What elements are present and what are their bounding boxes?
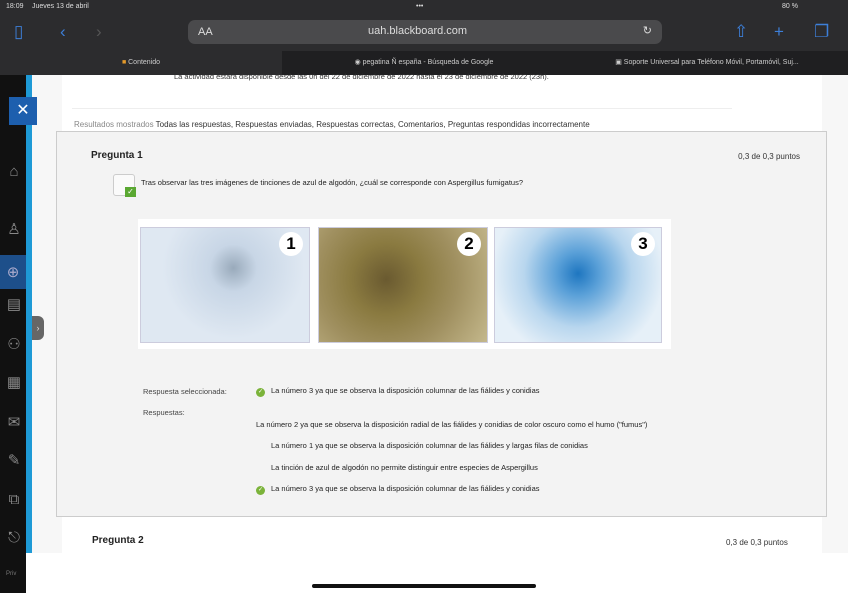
back-icon[interactable]: ‹ [60,22,66,42]
grades-icon[interactable]: ✎ [5,451,23,469]
tools-icon[interactable]: ⧉ [5,491,23,508]
question-text: Tras observar las tres imágenes de tinci… [141,178,524,187]
micrograph-2: 2 [318,227,488,343]
micrograph-1: 1 [140,227,310,343]
image-number: 1 [279,232,303,256]
share-icon[interactable]: ⇧ [734,22,748,42]
tab-label: pegatina Ñ españa - Búsqueda de Google [362,59,494,66]
question-title: Pregunta 1 [91,150,143,161]
profile-icon[interactable]: ♙ [5,220,23,238]
address-bar[interactable]: AA uah.blackboard.com ↻ [188,20,662,44]
answer-option: La número 1 ya que se observa la disposi… [271,441,588,450]
correct-icon: ✓ [113,174,136,197]
question-images: 1 2 3 [138,219,671,349]
image-number: 2 [457,232,481,256]
messages-icon[interactable]: ✉ [5,413,23,431]
tabs-icon[interactable]: ❐ [814,22,829,42]
institution-icon[interactable]: ⌂ [5,163,23,180]
results-label: Resultados mostrados [74,120,154,129]
results-value: Todas las respuestas, Respuestas enviada… [155,120,590,129]
availability-text: La actividad estará disponible desde las… [174,72,549,81]
question-2-score: 0,3 de 0,3 puntos [726,538,788,547]
date: Jueves 13 de abril [32,3,89,10]
reload-icon[interactable]: ↻ [643,24,652,37]
close-icon[interactable]: ✕ [9,97,37,125]
selected-answer-text: La número 3 ya que se observa la disposi… [271,386,540,395]
answer-option: La tinción de azul de algodón no permite… [271,463,538,472]
multitask-dots[interactable]: ••• [416,3,423,10]
answer-option: La número 2 ya que se observa la disposi… [256,420,648,429]
selected-answer: ✓ La número 3 ya que se observa la dispos… [256,386,539,397]
signout-icon[interactable]: ⎋ [5,529,23,546]
home-indicator[interactable] [312,584,536,588]
expand-handle[interactable]: › [32,316,44,340]
tab-soporte[interactable]: ▣ Soporte Universal para Teléfono Móvil,… [566,51,848,75]
question-2-title: Pregunta 2 [92,535,144,546]
forward-icon[interactable]: › [96,22,102,42]
micrograph-3: 3 [494,227,662,343]
tab-label: Soporte Universal para Teléfono Móvil, P… [623,59,799,66]
calendar-icon[interactable]: ▦ [5,373,23,391]
sidebar-icon[interactable]: ▯ [14,22,23,42]
course-nav: ✕ ⌂ ♙ ⊕ ▤ ⚇ ▦ ✉ ✎ ⧉ ⎋ Priv [0,75,37,593]
divider [72,108,732,109]
new-tab-icon[interactable]: + [774,22,784,42]
url-text[interactable]: uah.blackboard.com [368,25,467,37]
tab-label: Contenido [128,59,161,66]
status-bar: 18:09 Jueves 13 de abril ••• 80 % [0,0,848,14]
organizations-icon[interactable]: ▤ [5,295,23,313]
courses-icon[interactable]: ⊕ [0,255,26,289]
check-icon: ✓ [256,388,265,397]
answers-label: Respuestas: [143,408,185,417]
text-size-button[interactable]: AA [198,26,213,38]
check-icon: ✓ [256,486,265,495]
browser-toolbar: ▯ ‹ › AA uah.blackboard.com ↻ ⇧ + ❐ [0,14,848,51]
battery: 80 % [782,3,798,10]
results-shown: Resultados mostrados Todas las respuesta… [74,120,590,129]
answer-text: La número 3 ya que se observa la disposi… [271,484,540,493]
selected-answer-label: Respuesta seleccionada: [143,387,227,396]
answer-option-correct: ✓ La número 3 ya que se observa la dispos… [256,484,539,495]
time: 18:09 [6,3,24,10]
privacy-link[interactable]: Priv [6,571,16,577]
groups-icon[interactable]: ⚇ [5,335,23,353]
image-number: 3 [631,232,655,256]
question-score: 0,3 de 0,3 puntos [738,152,800,161]
